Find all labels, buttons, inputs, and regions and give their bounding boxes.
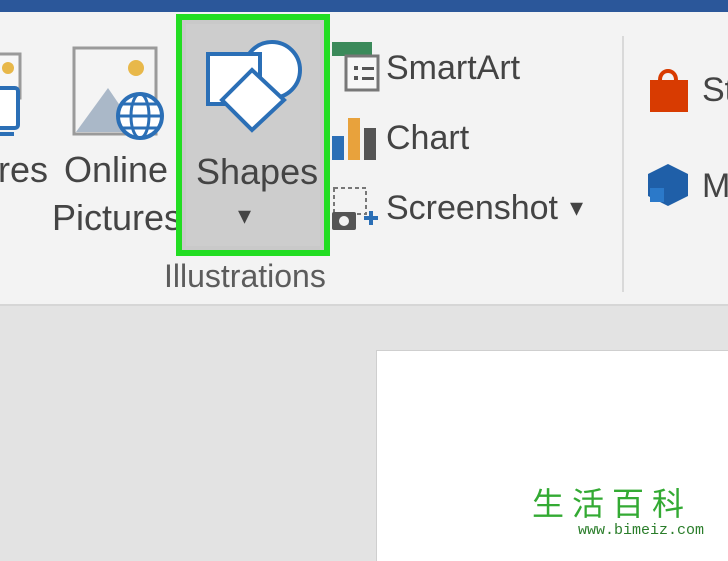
- my-addins-label: M: [702, 167, 728, 205]
- shapes-button[interactable]: Shapes ▾: [186, 24, 320, 246]
- smartart-button[interactable]: SmartArt: [330, 40, 540, 96]
- chart-icon: [332, 118, 376, 160]
- smartart-icon: [332, 42, 380, 92]
- screenshot-button[interactable]: Screenshot ▾: [330, 180, 600, 236]
- shapes-dropdown-arrow[interactable]: ▾: [238, 200, 251, 230]
- watermark-char: 科: [651, 486, 684, 523]
- online-pictures-button[interactable]: Online Pictures: [52, 40, 182, 240]
- illustrations-group-label: Illustrations: [164, 258, 326, 294]
- shapes-label: Shapes: [196, 151, 319, 192]
- store-label: St: [702, 71, 728, 109]
- watermark-char: 活: [571, 486, 604, 523]
- online-pictures-icon: [72, 46, 164, 140]
- pictures-icon: [0, 52, 22, 136]
- smartart-label: SmartArt: [386, 49, 521, 87]
- watermark-char: 百: [611, 486, 644, 523]
- pictures-label: res: [0, 149, 49, 190]
- chart-button[interactable]: Chart: [330, 110, 500, 166]
- pictures-button[interactable]: res: [0, 40, 49, 240]
- screenshot-label: Screenshot: [386, 189, 558, 227]
- watermark-url: www.bimeiz.com: [578, 522, 705, 539]
- watermark: 生活百科 www.bimeiz.com: [528, 486, 728, 546]
- screenshot-icon: [332, 187, 378, 230]
- addins-icon: [648, 164, 688, 206]
- my-addins-button[interactable]: M: [646, 160, 728, 216]
- online-pictures-label-line1: Online: [64, 149, 169, 190]
- online-pictures-label-line2: Pictures: [52, 197, 183, 238]
- watermark-chars: 生活百科: [528, 486, 728, 522]
- title-bar: [0, 0, 728, 12]
- chart-label: Chart: [386, 119, 470, 157]
- screenshot-dropdown-arrow[interactable]: ▾: [570, 192, 583, 222]
- store-icon: [650, 69, 688, 112]
- store-button[interactable]: St: [646, 64, 728, 120]
- shapes-icon: [206, 40, 302, 133]
- watermark-char: 生: [531, 486, 564, 523]
- group-separator: [622, 36, 624, 292]
